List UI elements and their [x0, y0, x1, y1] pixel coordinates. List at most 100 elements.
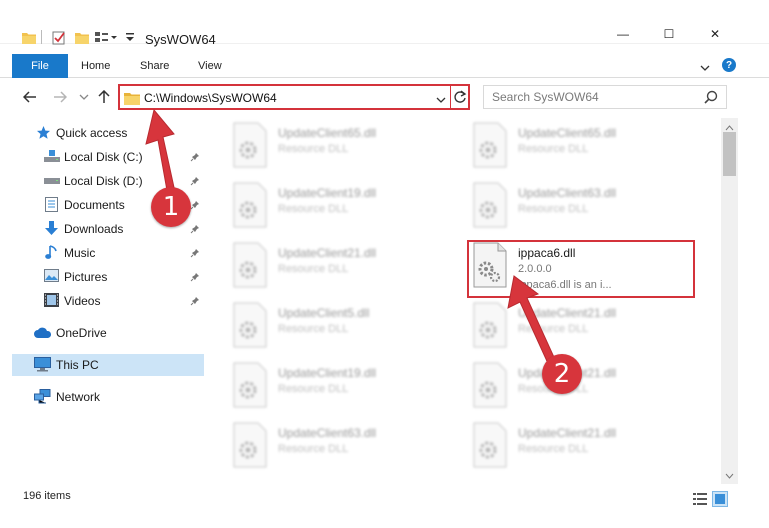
scroll-thumb[interactable]: [723, 132, 736, 176]
list-item[interactable]: UpdateClient21.dll Resource DLL: [454, 300, 684, 354]
nav-this-pc[interactable]: This PC: [12, 354, 204, 376]
file-type: Resource DLL: [518, 323, 589, 335]
cloud-icon: [34, 327, 52, 342]
nav-music[interactable]: Music: [12, 242, 204, 264]
nav-label: Videos: [64, 294, 101, 308]
pin-icon[interactable]: [190, 295, 200, 309]
list-item[interactable]: UpdateClient19.dll Resource DLL: [214, 360, 444, 414]
details-view-icon[interactable]: [692, 491, 708, 507]
dll-file-icon: [472, 302, 508, 348]
music-icon: [45, 245, 58, 263]
callout-1: 1: [151, 187, 191, 227]
minimize-button[interactable]: —: [600, 24, 646, 44]
new-folder-icon[interactable]: [75, 31, 89, 47]
file-type: Resource DLL: [278, 143, 349, 155]
file-name: UpdateClient21.dll: [278, 246, 377, 260]
dll-file-icon: [472, 122, 508, 168]
item-count: 196 items: [23, 490, 71, 502]
star-icon: [36, 125, 51, 143]
scroll-down-icon[interactable]: [725, 468, 734, 482]
view-options-icon[interactable]: [95, 31, 117, 47]
file-type: Resource DLL: [518, 443, 589, 455]
tiles-view-icon[interactable]: [712, 491, 728, 507]
callout-2: 2: [542, 354, 582, 394]
tab-file[interactable]: File: [12, 54, 68, 78]
file-name: UpdateClient19.dll: [278, 186, 377, 200]
list-item[interactable]: UpdateClient19.dll Resource DLL: [214, 180, 444, 234]
nav-quick-access[interactable]: Quick access: [12, 122, 204, 144]
search-icon[interactable]: [704, 90, 718, 107]
nav-network[interactable]: Network: [12, 386, 204, 408]
close-button[interactable]: ✕: [692, 24, 738, 44]
nav-label: Network: [56, 390, 101, 404]
pin-icon[interactable]: [190, 175, 200, 189]
address-bar[interactable]: C:\Windows\SysWOW64: [118, 84, 470, 110]
nav-pictures[interactable]: Pictures: [12, 266, 204, 288]
tab-view[interactable]: View: [198, 60, 222, 72]
back-button[interactable]: [20, 88, 40, 106]
nav-label: Local Disk (D:): [64, 174, 143, 188]
chevron-down-icon[interactable]: [436, 93, 446, 107]
file-name: UpdateClient63.dll: [278, 426, 377, 440]
nav-videos[interactable]: Videos: [12, 290, 204, 312]
tab-home[interactable]: Home: [81, 60, 110, 72]
tab-share[interactable]: Share: [140, 60, 169, 72]
file-name: UpdateClient5.dll: [278, 306, 370, 320]
chevron-down-icon[interactable]: [700, 61, 710, 75]
network-icon: [34, 389, 51, 407]
file-type: Resource DLL: [278, 263, 349, 275]
download-icon: [45, 221, 58, 239]
list-item[interactable]: UpdateClient65.dll Resource DLL: [214, 120, 444, 174]
nav-onedrive[interactable]: OneDrive: [12, 322, 204, 344]
status-bar: 196 items: [0, 488, 769, 510]
documents-icon: [45, 197, 58, 215]
file-name: UpdateClient19.dll: [278, 366, 377, 380]
help-button[interactable]: ?: [722, 58, 736, 72]
pin-icon[interactable]: [190, 271, 200, 285]
dll-file-icon: [232, 422, 268, 468]
list-item[interactable]: UpdateClient63.dll Resource DLL: [454, 180, 684, 234]
list-item[interactable]: UpdateClient65.dll Resource DLL: [454, 120, 684, 174]
dll-file-icon: [472, 422, 508, 468]
list-item[interactable]: UpdateClient21.dll Resource DLL: [454, 420, 684, 474]
nav-label: Quick access: [56, 126, 128, 140]
highlight-box: [467, 240, 695, 298]
file-type: Resource DLL: [518, 203, 589, 215]
list-item[interactable]: UpdateClient63.dll Resource DLL: [214, 420, 444, 474]
title-bar: SysWOW64 — ☐ ✕: [0, 0, 769, 47]
pin-icon[interactable]: [190, 199, 200, 213]
dll-file-icon: [232, 362, 268, 408]
toolbar-divider: [41, 30, 42, 44]
pin-icon[interactable]: [190, 223, 200, 237]
nav-label: Documents: [64, 198, 125, 212]
pin-icon[interactable]: [190, 151, 200, 165]
nav-label: Downloads: [64, 222, 124, 236]
properties-icon[interactable]: [52, 31, 66, 48]
search-input[interactable]: Search SysWOW64: [492, 90, 599, 104]
dll-file-icon: [472, 182, 508, 228]
file-type: Resource DLL: [278, 383, 349, 395]
address-path[interactable]: C:\Windows\SysWOW64: [144, 91, 277, 105]
search-box[interactable]: Search SysWOW64: [483, 85, 727, 109]
maximize-button[interactable]: ☐: [646, 24, 692, 44]
dll-file-icon: [472, 362, 508, 408]
list-item[interactable]: UpdateClient5.dll Resource DLL: [214, 300, 444, 354]
folder-icon: [124, 91, 140, 108]
dll-file-icon: [232, 122, 268, 168]
forward-button[interactable]: [50, 88, 70, 106]
nav-local-disk-c[interactable]: Local Disk (C:): [12, 146, 204, 168]
nav-label: Pictures: [64, 270, 108, 284]
file-name: UpdateClient21.dll: [518, 426, 617, 440]
recent-locations-button[interactable]: [74, 88, 94, 106]
file-name: UpdateClient65.dll: [278, 126, 377, 140]
refresh-icon[interactable]: [453, 89, 467, 108]
up-button[interactable]: [94, 88, 114, 106]
customize-toolbar-icon[interactable]: [125, 31, 135, 46]
file-type: Resource DLL: [518, 143, 589, 155]
vertical-scrollbar[interactable]: [721, 118, 738, 484]
videos-icon: [44, 293, 59, 310]
pin-icon[interactable]: [190, 247, 200, 261]
file-type: Resource DLL: [278, 443, 349, 455]
list-item[interactable]: UpdateClient21.dll Resource DLL: [214, 240, 444, 294]
address-divider: [450, 86, 451, 108]
